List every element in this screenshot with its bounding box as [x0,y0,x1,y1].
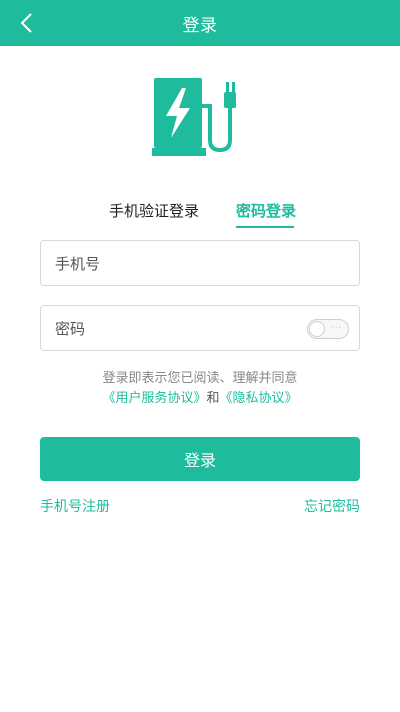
toggle-dots-icon: ··· [331,323,342,332]
password-input[interactable] [53,306,307,352]
register-link[interactable]: 手机号注册 [40,496,110,516]
tab-sms-login[interactable]: 手机验证登录 [109,200,199,221]
tab-password-login[interactable]: 密码登录 [236,200,296,221]
password-visibility-toggle[interactable]: ··· [307,319,349,339]
active-tab-indicator [236,226,294,228]
login-tabs: 手机验证登录 密码登录 [0,200,400,232]
forgot-password-link[interactable]: 忘记密码 [304,496,360,516]
login-page: 登录 手机验证登录 密码登录 ··· 登录即表示您已阅读、理解并同意 《用户服务… [0,0,400,712]
toggle-knob [309,321,325,337]
back-button[interactable] [8,5,44,41]
phone-input[interactable] [53,241,307,287]
page-title: 登录 [182,15,218,36]
login-button[interactable]: 登录 [40,437,360,481]
header-bar: 登录 [0,0,400,46]
privacy-policy-link[interactable]: 《隐私协议》 [220,391,298,406]
agreement-links: 《用户服务协议》和《隐私协议》 [0,387,400,406]
password-field: ··· [40,305,360,352]
user-agreement-link[interactable]: 《用户服务协议》 [102,391,206,406]
agreement-and: 和 [206,391,220,406]
phone-field [40,240,360,287]
agreement-notice: 登录即表示您已阅读、理解并同意 [102,371,298,386]
chevron-left-icon [20,13,32,33]
charging-station-icon [152,78,236,156]
